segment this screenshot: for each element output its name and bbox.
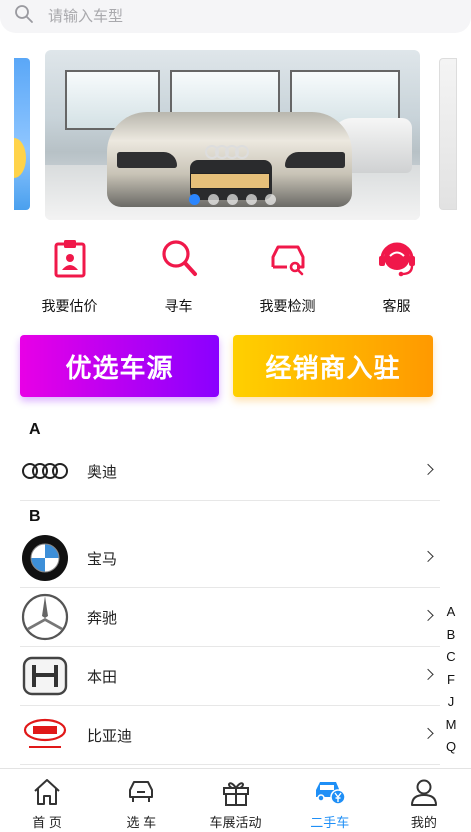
- bottom-tab-bar: 首 页 选 车 车展活动 二手车 我的: [0, 768, 471, 832]
- chevron-right-icon: [422, 550, 434, 563]
- dealer-join-button[interactable]: 经销商入驻: [233, 335, 433, 397]
- user-icon: [410, 779, 437, 806]
- carousel-dot[interactable]: [189, 194, 200, 205]
- tab-label: 首 页: [32, 815, 62, 830]
- search-icon: [155, 234, 203, 282]
- banner-prev-slide[interactable]: [14, 58, 30, 210]
- quick-item-customer-service[interactable]: 客服: [342, 230, 451, 320]
- quick-label: 寻车: [164, 298, 193, 314]
- tab-used-cars[interactable]: 二手车: [283, 769, 377, 832]
- brand-name: 奥迪: [87, 463, 118, 481]
- brand-name: 比亚迪: [87, 727, 133, 745]
- tab-label: 二手车: [310, 815, 350, 830]
- section-letter: B: [29, 508, 41, 525]
- brand-list: A 奥迪 B 宝马 奔驰 本田 比亚迪: [20, 418, 440, 765]
- quick-label: 我要检测: [259, 298, 316, 314]
- headset-icon: [373, 234, 421, 282]
- banner-next-slide[interactable]: [439, 58, 457, 210]
- search-icon: [14, 4, 34, 29]
- preferred-cars-button[interactable]: 优选车源: [20, 335, 219, 397]
- index-letter[interactable]: M: [446, 714, 457, 737]
- bmw-logo: [20, 533, 70, 583]
- byd-logo: [20, 710, 70, 760]
- audi-logo: [20, 446, 70, 496]
- tab-profile[interactable]: 我的: [377, 769, 471, 832]
- clipboard-user-icon: [46, 234, 94, 282]
- used-car-icon: [315, 782, 346, 805]
- mercedes-logo: [20, 592, 70, 642]
- tab-label: 车展活动: [209, 815, 262, 830]
- tab-select-car[interactable]: 选 车: [94, 769, 188, 832]
- carousel-dot[interactable]: [246, 194, 257, 205]
- list-item[interactable]: 宝马: [20, 529, 440, 588]
- chevron-right-icon: [422, 463, 434, 476]
- quick-label: 我要估价: [41, 298, 98, 314]
- tab-auto-show[interactable]: 车展活动: [188, 769, 282, 832]
- car-inspect-icon: [264, 234, 312, 282]
- carousel-indicators: [45, 194, 420, 205]
- banner-carousel[interactable]: [0, 50, 471, 222]
- carousel-dot[interactable]: [227, 194, 238, 205]
- list-item[interactable]: 奔驰: [20, 588, 440, 647]
- index-letter[interactable]: F: [447, 669, 455, 692]
- brand-name: 本田: [87, 668, 118, 686]
- chevron-right-icon: [422, 668, 434, 681]
- index-letter[interactable]: A: [447, 601, 456, 624]
- chevron-right-icon: [422, 609, 434, 622]
- index-letter[interactable]: C: [446, 646, 455, 669]
- index-letter[interactable]: Q: [446, 736, 456, 759]
- banner-image[interactable]: [45, 50, 420, 220]
- headlight-right: [285, 152, 345, 168]
- home-icon: [34, 779, 60, 805]
- list-item[interactable]: 奥迪: [20, 442, 440, 501]
- section-letter: A: [29, 421, 41, 438]
- quick-label: 客服: [382, 298, 411, 314]
- honda-logo: [20, 651, 70, 701]
- car-select-icon: [129, 781, 154, 802]
- index-letter[interactable]: B: [447, 624, 456, 647]
- list-item[interactable]: 本田: [20, 647, 440, 706]
- alphabet-index[interactable]: A B C F J M Q: [444, 601, 458, 759]
- tab-label: 我的: [410, 815, 437, 830]
- audi-rings-icon: [205, 145, 249, 159]
- gift-icon: [222, 782, 249, 806]
- tab-label: 选 车: [126, 815, 157, 830]
- list-item[interactable]: 比亚迪: [20, 706, 440, 765]
- quick-item-valuation[interactable]: 我要估价: [15, 230, 124, 320]
- license-plate: [190, 173, 270, 189]
- search-input[interactable]: [48, 8, 428, 25]
- index-letter[interactable]: J: [448, 691, 455, 714]
- headlight-left: [117, 152, 177, 168]
- carousel-dot[interactable]: [208, 194, 219, 205]
- carousel-dot[interactable]: [265, 194, 276, 205]
- brand-name: 宝马: [87, 550, 118, 568]
- tab-home[interactable]: 首 页: [0, 769, 94, 832]
- quick-menu: 我要估价 寻车 我要检测 客服: [0, 230, 471, 320]
- brand-name: 奔驰: [87, 609, 118, 627]
- quick-item-inspection[interactable]: 我要检测: [233, 230, 342, 320]
- quick-item-find-car[interactable]: 寻车: [124, 230, 233, 320]
- chevron-right-icon: [422, 727, 434, 740]
- search-bar[interactable]: [0, 0, 471, 33]
